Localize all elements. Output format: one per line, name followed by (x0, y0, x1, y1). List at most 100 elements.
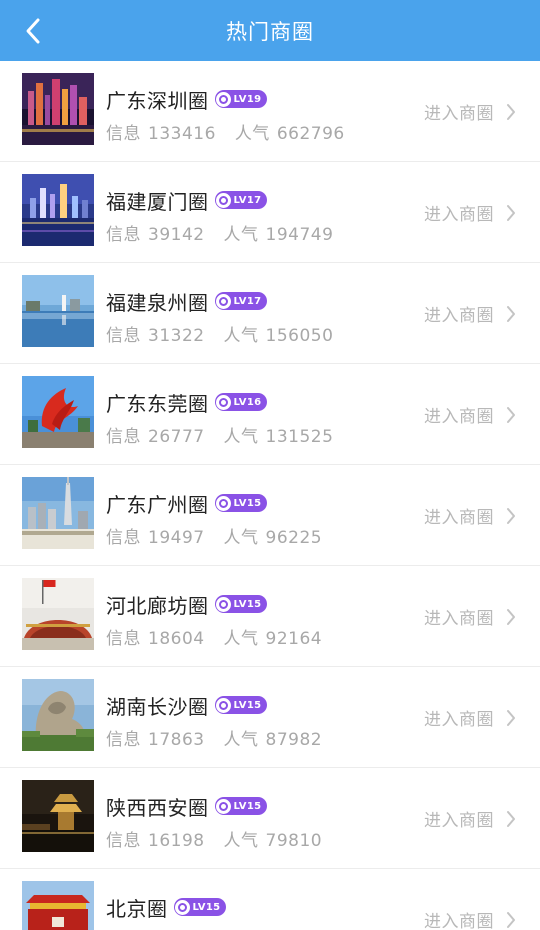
ring-icon (215, 293, 231, 309)
info-count: 18604 (148, 629, 205, 649)
ring-icon (215, 697, 231, 713)
info-count: 31322 (148, 326, 205, 346)
popularity-label: 人气 (223, 528, 259, 548)
district-name: 广东广州圈 (106, 492, 209, 517)
district-thumbnail (22, 578, 94, 650)
enter-district-button[interactable]: 进入商圈 (424, 705, 516, 730)
popularity-count: 194749 (265, 225, 334, 245)
ring-icon (174, 899, 190, 915)
info-label: 信息 (106, 427, 141, 447)
popularity-count: 662796 (276, 124, 345, 144)
district-stats: 信息 31322 人气 156050 (106, 321, 340, 346)
info-label: 信息 (106, 730, 141, 750)
popularity-count: 92164 (265, 629, 323, 649)
ring-icon (215, 394, 231, 410)
district-row-guangzhou[interactable]: 广东广州圈 LV15 信息 19497 人气 96225 进入商圈 (0, 465, 540, 566)
popularity-label: 人气 (223, 427, 259, 447)
enter-district-button[interactable]: 进入商圈 (424, 503, 516, 528)
ring-icon (215, 495, 231, 511)
info-label: 信息 (106, 528, 141, 548)
enter-label: 进入商圈 (424, 811, 494, 831)
chevron-right-icon (506, 608, 516, 626)
level-badge: LV15 (173, 898, 227, 916)
popularity-count: 156050 (265, 326, 334, 346)
district-thumbnail (22, 679, 94, 751)
district-stats: 信息 18604 人气 92164 (106, 624, 329, 649)
level-badge: LV15 (214, 494, 268, 512)
level-text: LV19 (233, 93, 262, 105)
info-label: 信息 (106, 225, 141, 245)
level-text: LV15 (233, 497, 262, 509)
ring-icon (215, 596, 231, 612)
level-badge: LV19 (214, 90, 268, 108)
district-thumbnail (22, 780, 94, 852)
back-button[interactable] (10, 0, 56, 61)
ring-icon (215, 192, 231, 208)
district-name: 广东东莞圈 (106, 391, 209, 416)
district-name: 北京圈 (106, 896, 168, 921)
enter-district-button[interactable]: 进入商圈 (424, 200, 516, 225)
level-text: LV15 (233, 699, 262, 711)
popularity-count: 79810 (265, 831, 323, 851)
district-row-xian[interactable]: 陕西西安圈 LV15 信息 16198 人气 79810 进入商圈 (0, 768, 540, 869)
enter-district-button[interactable]: 进入商圈 (424, 907, 516, 930)
info-count: 133416 (148, 124, 216, 144)
info-count: 17863 (148, 730, 205, 750)
popularity-label: 人气 (223, 629, 259, 649)
enter-district-button[interactable]: 进入商圈 (424, 301, 516, 326)
popularity-count: 87982 (265, 730, 323, 750)
popularity-label: 人气 (223, 225, 259, 245)
info-label: 信息 (106, 629, 141, 649)
info-label: 信息 (106, 124, 141, 144)
district-row-xiamen[interactable]: 福建厦门圈 LV17 信息 39142 人气 194749 进入商圈 (0, 162, 540, 263)
ring-icon (215, 91, 231, 107)
enter-district-button[interactable]: 进入商圈 (424, 99, 516, 124)
district-row-langfang[interactable]: 河北廊坊圈 LV15 信息 18604 人气 92164 进入商圈 (0, 566, 540, 667)
district-stats: 信息 19497 人气 96225 (106, 523, 329, 548)
popularity-label: 人气 (223, 831, 259, 851)
level-badge: LV17 (214, 292, 268, 310)
level-text: LV15 (233, 598, 262, 610)
district-row-dongguan[interactable]: 广东东莞圈 LV16 信息 26777 人气 131525 进入商圈 (0, 364, 540, 465)
level-badge: LV17 (214, 191, 268, 209)
district-stats: 信息 17863 人气 87982 (106, 725, 329, 750)
district-name: 河北廊坊圈 (106, 593, 209, 618)
info-count: 26777 (148, 427, 205, 447)
chevron-right-icon (506, 406, 516, 424)
page-title: 热门商圈 (226, 19, 314, 44)
district-row-shenzhen[interactable]: 广东深圳圈 LV19 信息 133416 人气 662796 进入商圈 (0, 61, 540, 162)
chevron-right-icon (506, 810, 516, 828)
app-screen: 热门商圈 广东深圳圈 LV19 信息 133416 人气 662796 进入商圈… (0, 0, 540, 930)
district-row-beijing[interactable]: 北京圈 LV15 进入商圈 (0, 869, 540, 930)
level-badge: LV15 (214, 797, 268, 815)
popularity-label: 人气 (223, 326, 259, 346)
district-stats: 信息 133416 人气 662796 (106, 119, 352, 144)
district-name: 福建厦门圈 (106, 189, 209, 214)
enter-district-button[interactable]: 进入商圈 (424, 604, 516, 629)
district-row-changsha[interactable]: 湖南长沙圈 LV15 信息 17863 人气 87982 进入商圈 (0, 667, 540, 768)
district-name: 福建泉州圈 (106, 290, 209, 315)
ring-icon (215, 798, 231, 814)
chevron-right-icon (506, 911, 516, 929)
district-row-quanzhou[interactable]: 福建泉州圈 LV17 信息 31322 人气 156050 进入商圈 (0, 263, 540, 364)
enter-label: 进入商圈 (424, 104, 494, 124)
popularity-count: 96225 (265, 528, 323, 548)
popularity-label: 人气 (234, 124, 270, 144)
district-name: 广东深圳圈 (106, 88, 209, 113)
district-name: 陕西西安圈 (106, 795, 209, 820)
enter-label: 进入商圈 (424, 609, 494, 629)
district-list: 广东深圳圈 LV19 信息 133416 人气 662796 进入商圈 福建厦门… (0, 61, 540, 930)
enter-label: 进入商圈 (424, 710, 494, 730)
chevron-right-icon (506, 507, 516, 525)
level-text: LV16 (233, 396, 262, 408)
district-thumbnail (22, 73, 94, 145)
district-stats: 信息 26777 人气 131525 (106, 422, 340, 447)
level-text: LV15 (233, 800, 262, 812)
level-text: LV15 (192, 901, 221, 913)
enter-district-button[interactable]: 进入商圈 (424, 806, 516, 831)
level-badge: LV15 (214, 595, 268, 613)
info-label: 信息 (106, 326, 141, 346)
chevron-right-icon (506, 709, 516, 727)
enter-district-button[interactable]: 进入商圈 (424, 402, 516, 427)
chevron-right-icon (506, 305, 516, 323)
